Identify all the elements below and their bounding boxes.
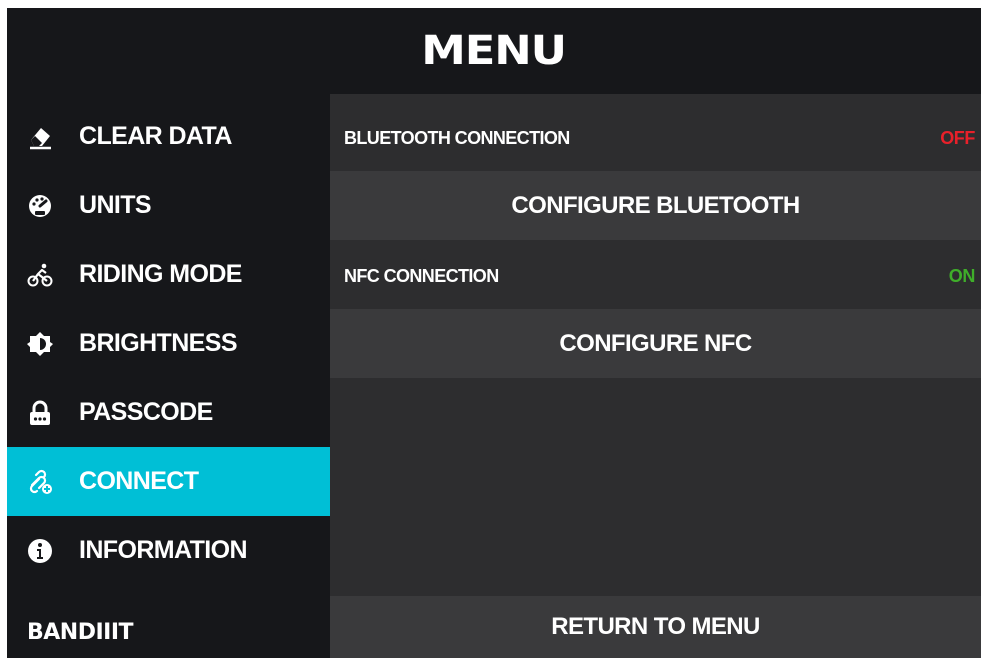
brightness-icon bbox=[27, 331, 53, 357]
sidebar-item-passcode[interactable]: PASSCODE bbox=[7, 378, 330, 447]
brand-logo: BANDIIIT bbox=[27, 620, 134, 645]
speedometer-icon bbox=[27, 193, 53, 219]
header-bar: MENU bbox=[7, 8, 981, 94]
sidebar-item-information[interactable]: INFORMATION bbox=[7, 516, 330, 585]
sidebar-item-label: CONNECT bbox=[79, 467, 199, 495]
sidebar-item-brightness[interactable]: BRIGHTNESS bbox=[7, 309, 330, 378]
nfc-label: NFC CONNECTION bbox=[344, 266, 499, 286]
page-title: MENU bbox=[421, 28, 568, 74]
bluetooth-row: BLUETOOTH CONNECTION OFF bbox=[330, 104, 981, 173]
sidebar-item-label: CLEAR DATA bbox=[79, 122, 232, 150]
configure-bluetooth-button[interactable]: CONFIGURE BLUETOOTH bbox=[330, 171, 981, 240]
sidebar-item-units[interactable]: UNITS bbox=[7, 171, 330, 240]
sidebar-item-connect[interactable]: CONNECT bbox=[7, 447, 330, 516]
connect-panel: BLUETOOTH CONNECTION OFF CONFIGURE BLUET… bbox=[330, 94, 981, 658]
sidebar-item-riding-mode[interactable]: RIDING MODE bbox=[7, 240, 330, 309]
app-frame: MENU CLEAR DATA UNITS RIDING MODE BRIGHT… bbox=[7, 8, 981, 658]
lock-icon bbox=[27, 400, 53, 426]
bluetooth-label: BLUETOOTH CONNECTION bbox=[344, 128, 570, 148]
nfc-row: NFC CONNECTION ON bbox=[330, 242, 981, 311]
sidebar: CLEAR DATA UNITS RIDING MODE BRIGHTNESS bbox=[7, 94, 330, 658]
configure-nfc-button[interactable]: CONFIGURE NFC bbox=[330, 309, 981, 378]
info-icon bbox=[27, 538, 53, 564]
link-plus-icon bbox=[27, 469, 53, 495]
sidebar-item-label: INFORMATION bbox=[79, 536, 248, 564]
sidebar-item-label: BRIGHTNESS bbox=[79, 329, 238, 357]
bluetooth-status: OFF bbox=[940, 128, 975, 148]
cyclist-icon bbox=[27, 262, 53, 288]
sidebar-item-clear-data[interactable]: CLEAR DATA bbox=[7, 102, 330, 171]
eraser-icon bbox=[27, 124, 53, 150]
nfc-status: ON bbox=[948, 266, 976, 286]
sidebar-item-label: UNITS bbox=[79, 191, 152, 219]
return-to-menu-button[interactable]: RETURN TO MENU bbox=[330, 596, 981, 658]
sidebar-item-label: RIDING MODE bbox=[79, 260, 242, 288]
sidebar-item-label: PASSCODE bbox=[79, 398, 213, 426]
